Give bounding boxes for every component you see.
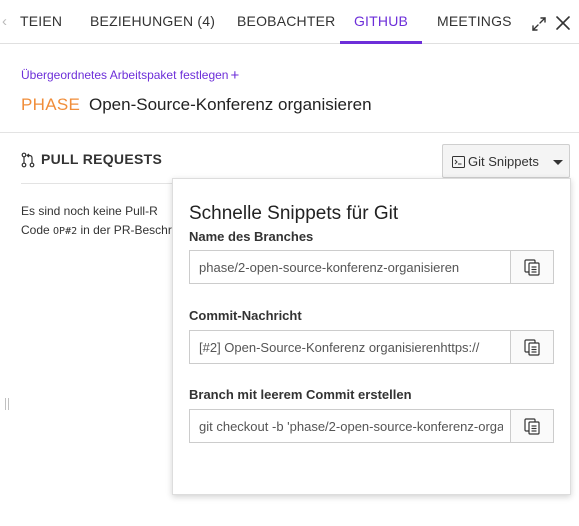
tab-beziehungen[interactable]: BEZIEHUNGEN (4) bbox=[90, 0, 215, 43]
pull-requests-title: PULL REQUESTS bbox=[41, 151, 163, 167]
expand-icon[interactable] bbox=[529, 14, 549, 34]
snippets-panel-title: Schnelle Snippets für Git bbox=[189, 203, 399, 224]
copy-commit-message-button[interactable] bbox=[510, 331, 553, 363]
empty-text-suffix: in der PR-Beschreibung bbox=[80, 223, 181, 237]
pane-resize-handle[interactable] bbox=[5, 398, 10, 410]
copy-icon bbox=[524, 259, 540, 276]
tab-beobachter[interactable]: BEOBACHTER bbox=[237, 0, 335, 43]
copy-icon bbox=[524, 418, 540, 435]
copy-branch-empty-commit-button[interactable] bbox=[510, 410, 553, 442]
empty-text-line1: Es sind noch keine Pull-R bbox=[21, 204, 158, 218]
empty-text-line2: Code OP#2 in der PR-Beschreibung bbox=[21, 221, 181, 241]
tab-dateien[interactable]: TEIEN bbox=[20, 0, 62, 43]
chevron-left-icon[interactable]: ‹ bbox=[2, 12, 16, 32]
header-divider bbox=[0, 132, 579, 133]
caret-down-icon bbox=[553, 160, 563, 165]
plus-icon: + bbox=[230, 67, 240, 84]
copy-branch-name-button[interactable] bbox=[510, 251, 553, 283]
git-snippets-button[interactable]: Git Snippets bbox=[442, 144, 570, 178]
work-package-code: OP#2 bbox=[53, 226, 78, 237]
pull-request-icon bbox=[21, 152, 35, 168]
git-snippets-panel: Schnelle Snippets für Git Name des Branc… bbox=[172, 178, 571, 495]
work-package-subject[interactable]: Open-Source-Konferenz organisieren bbox=[89, 95, 372, 115]
tab-bar: ‹ TEIEN BEZIEHUNGEN (4) BEOBACHTER GITHU… bbox=[0, 0, 579, 44]
parent-link-label: Übergeordnetes Arbeitspaket festlegen bbox=[21, 68, 229, 82]
git-snippets-label: Git Snippets bbox=[468, 154, 539, 169]
pull-requests-empty-text: Es sind noch keine Pull-R Code OP#2 in d… bbox=[21, 202, 181, 241]
branch-empty-commit-input[interactable] bbox=[190, 410, 512, 442]
tab-meetings[interactable]: MEETINGS bbox=[437, 0, 512, 43]
branch-name-field bbox=[189, 250, 554, 284]
branch-name-label: Name des Branches bbox=[189, 229, 314, 244]
branch-empty-commit-label: Branch mit leerem Commit erstellen bbox=[189, 387, 412, 402]
empty-text-prefix: Code bbox=[21, 223, 54, 237]
branch-name-input[interactable] bbox=[190, 251, 512, 283]
set-parent-link[interactable]: Übergeordnetes Arbeitspaket festlegen + bbox=[21, 66, 240, 84]
copy-icon bbox=[524, 339, 540, 356]
commit-message-label: Commit-Nachricht bbox=[189, 308, 302, 323]
work-package-type[interactable]: PHASE bbox=[21, 95, 80, 115]
tab-github[interactable]: GITHUB bbox=[340, 0, 422, 44]
terminal-icon bbox=[452, 155, 465, 168]
commit-message-input[interactable] bbox=[190, 331, 512, 363]
branch-empty-commit-field bbox=[189, 409, 554, 443]
close-icon[interactable] bbox=[553, 13, 573, 33]
commit-message-field bbox=[189, 330, 554, 364]
